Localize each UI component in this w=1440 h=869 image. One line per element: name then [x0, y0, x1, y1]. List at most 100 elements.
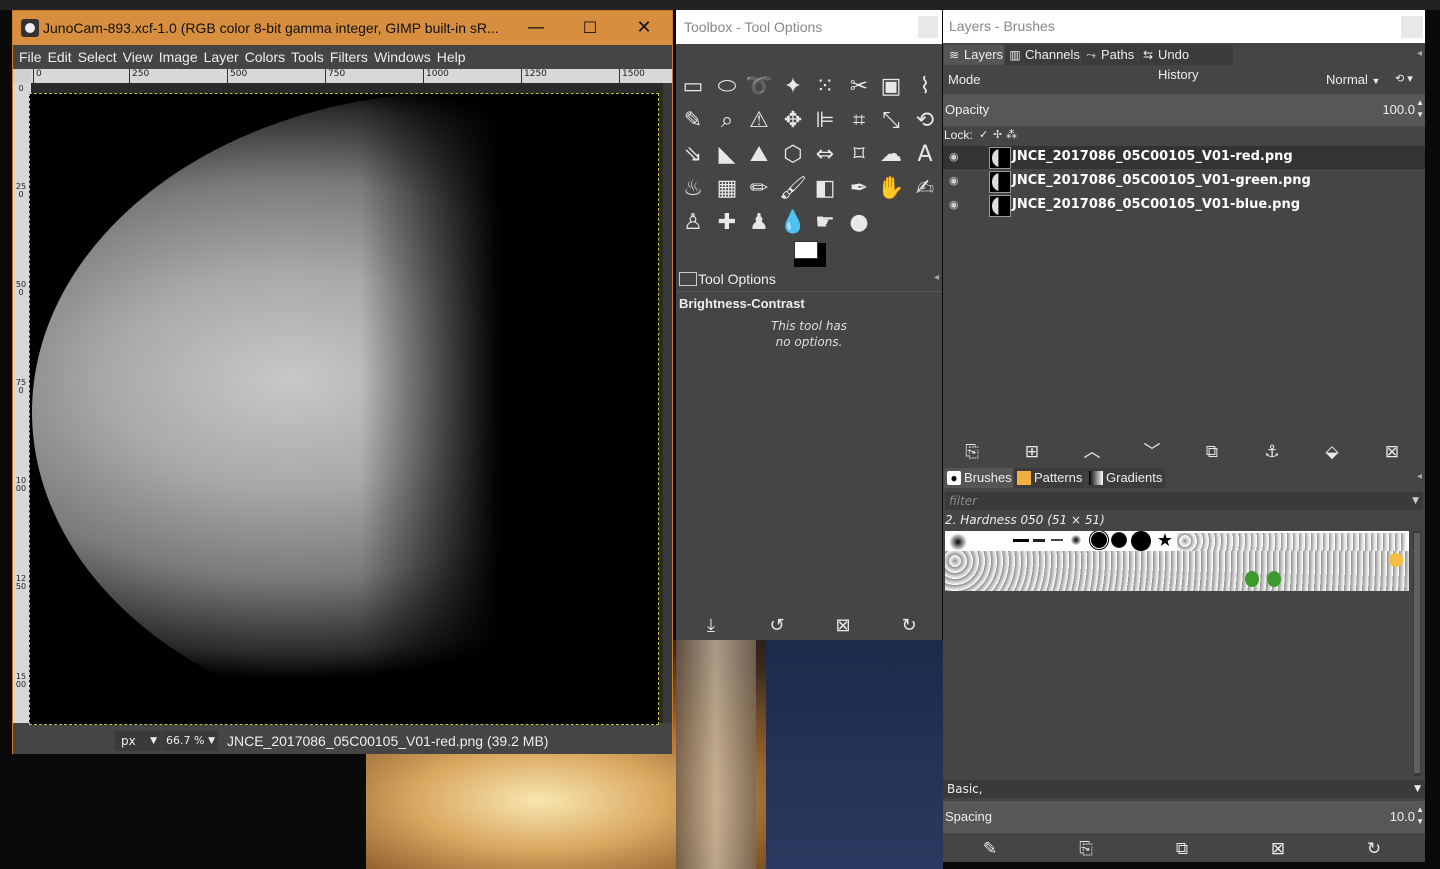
- fuzzy-select-icon[interactable]: ✦: [778, 72, 808, 102]
- minimize-button[interactable]: —: [509, 11, 563, 45]
- image-window-titlebar[interactable]: JunoCam-893.xcf-1.0 (RGB color 8-bit gam…: [13, 11, 672, 45]
- eye-icon[interactable]: ◉: [949, 198, 959, 211]
- menu-select[interactable]: Select: [75, 45, 120, 69]
- clone-icon[interactable]: ♙: [678, 208, 708, 238]
- duplicate-brush-icon[interactable]: ⧉: [1167, 837, 1197, 861]
- tab-menu-icon[interactable]: ◂: [1417, 471, 1422, 482]
- delete-options-icon[interactable]: ⊠: [828, 613, 858, 639]
- bucket-fill-icon[interactable]: ♨: [678, 174, 708, 204]
- close-button[interactable]: [1401, 16, 1423, 38]
- dodge-burn-icon[interactable]: ●: [844, 208, 874, 238]
- warp-transform-icon[interactable]: ☁: [876, 140, 906, 170]
- tab-channels[interactable]: ▥ Channels: [1005, 45, 1080, 65]
- mode-select[interactable]: Normal ▼: [1326, 72, 1380, 87]
- mypaint-brush-icon[interactable]: ✍: [910, 174, 940, 204]
- pencil-icon[interactable]: ✏: [744, 174, 774, 204]
- perspective-clone-icon[interactable]: ♟: [744, 208, 774, 238]
- ink-icon[interactable]: ✋: [876, 174, 906, 204]
- image-canvas[interactable]: [29, 93, 659, 725]
- airbrush-icon[interactable]: ✒: [844, 174, 874, 204]
- eye-icon[interactable]: ◉: [949, 174, 959, 187]
- flip-icon[interactable]: ⇔: [810, 140, 840, 170]
- brush-tag-select[interactable]: Basic, ▼: [943, 780, 1425, 798]
- raise-layer-icon[interactable]: ︿: [1077, 440, 1107, 464]
- horizontal-ruler[interactable]: 0 250 500 750 1000 1250 1500: [31, 69, 672, 83]
- ruler-corner[interactable]: [13, 69, 31, 83]
- layer-row[interactable]: ◉ JNCE_2017086_05C00105_V01-green.png: [943, 170, 1425, 193]
- menu-layer[interactable]: Layer: [201, 45, 242, 69]
- foreground-select-icon[interactable]: ▣: [876, 72, 906, 102]
- 3d-transform-icon[interactable]: ⬡: [778, 140, 808, 170]
- rotate-icon[interactable]: ⟲: [910, 106, 940, 136]
- layers-titlebar[interactable]: Layers - Brushes: [943, 10, 1425, 43]
- align-icon[interactable]: ⊫: [810, 106, 840, 136]
- opacity-slider[interactable]: Opacity 100.0 ▲ ▼: [943, 94, 1425, 126]
- tab-brushes[interactable]: ● Brushes: [944, 468, 1013, 488]
- menu-help[interactable]: Help: [434, 45, 469, 69]
- rect-select-icon[interactable]: ▭: [678, 72, 708, 102]
- scissors-icon[interactable]: ✂: [844, 72, 874, 102]
- tab-patterns[interactable]: Patterns: [1014, 468, 1085, 488]
- heal-icon[interactable]: ✚: [712, 208, 742, 238]
- spacing-slider[interactable]: Spacing 10.0 ▲ ▼: [943, 801, 1425, 833]
- eye-icon[interactable]: ◉: [949, 150, 959, 163]
- duplicate-layer-icon[interactable]: ⧉: [1197, 440, 1227, 464]
- tab-tool-options[interactable]: Tool Options ◂: [676, 268, 942, 290]
- paths-icon[interactable]: ⌇: [910, 72, 940, 102]
- vertical-scrollbar[interactable]: [663, 83, 672, 723]
- cage-transform-icon[interactable]: ⌑: [844, 140, 874, 170]
- crop-icon[interactable]: ⌗: [844, 106, 874, 136]
- maximize-button[interactable]: ☐: [563, 11, 617, 45]
- perspective-icon[interactable]: ⛰: [744, 140, 774, 170]
- tab-undo-history[interactable]: ⇆ Undo History: [1138, 45, 1233, 82]
- layer-row[interactable]: ◉ JNCE_2017086_05C00105_V01-blue.png: [943, 194, 1425, 217]
- reset-options-icon[interactable]: ↻: [894, 613, 924, 639]
- lock-pixels-icon[interactable]: ✓: [979, 128, 988, 141]
- save-options-icon[interactable]: ⤓: [696, 613, 726, 639]
- new-layer-icon[interactable]: ⎘: [957, 440, 987, 464]
- ellipse-select-icon[interactable]: ⬭: [712, 72, 742, 102]
- anchor-layer-icon[interactable]: ⚓: [1257, 440, 1287, 464]
- brush-grid[interactable]: ★: [945, 531, 1409, 591]
- mode-switch-icon[interactable]: ⟲ ▾: [1395, 72, 1413, 85]
- measure-icon[interactable]: ⚠: [744, 106, 774, 136]
- delete-brush-icon[interactable]: ⊠: [1263, 837, 1293, 861]
- paintbrush-icon[interactable]: 🖌: [778, 174, 808, 204]
- smudge-icon[interactable]: ☛: [810, 208, 840, 238]
- new-layer-group-icon[interactable]: ⊞: [1017, 440, 1047, 464]
- move-icon[interactable]: ✥: [778, 106, 808, 136]
- menu-filters[interactable]: Filters: [327, 45, 371, 69]
- brush-scrollbar[interactable]: [1413, 531, 1421, 776]
- close-button[interactable]: ✕: [617, 11, 671, 45]
- lasso-icon[interactable]: ➰: [744, 72, 774, 102]
- zoom-icon[interactable]: ⌕: [712, 106, 742, 136]
- lock-alpha-icon[interactable]: ⁂: [1006, 128, 1017, 141]
- unit-select[interactable]: px ▼: [115, 731, 161, 751]
- layer-row[interactable]: ◉ JNCE_2017086_05C00105_V01-red.png: [943, 146, 1425, 169]
- refresh-brushes-icon[interactable]: ↻: [1359, 837, 1389, 861]
- lock-position-icon[interactable]: ✢: [993, 128, 1002, 141]
- lower-layer-icon[interactable]: ﹀: [1137, 440, 1167, 464]
- tab-menu-icon[interactable]: ◂: [934, 272, 939, 283]
- menu-windows[interactable]: Windows: [371, 45, 434, 69]
- tab-layers[interactable]: ≋ Layers: [944, 45, 1004, 65]
- zoom-select[interactable]: 66.7 % ▼: [162, 731, 218, 751]
- edit-brush-icon[interactable]: ✎: [975, 837, 1005, 861]
- color-picker-icon[interactable]: ✎: [678, 106, 708, 136]
- unified-transform-icon[interactable]: ⤡: [876, 106, 906, 136]
- menu-tools[interactable]: Tools: [288, 45, 327, 69]
- spin-arrows-icon[interactable]: ▲ ▼: [1416, 97, 1424, 121]
- blur-icon[interactable]: 💧: [778, 208, 808, 238]
- brush-filter-input[interactable]: filter ▼: [945, 492, 1423, 510]
- menu-colors[interactable]: Colors: [242, 45, 288, 69]
- close-button[interactable]: [918, 16, 938, 38]
- select-by-color-icon[interactable]: ⁙: [810, 72, 840, 102]
- menu-file[interactable]: File: [16, 45, 45, 69]
- tab-menu-icon[interactable]: ◂: [1417, 48, 1422, 59]
- eraser-icon[interactable]: ◧: [810, 174, 840, 204]
- menu-edit[interactable]: Edit: [45, 45, 75, 69]
- tab-gradients[interactable]: Gradients: [1086, 468, 1165, 488]
- toolbox-titlebar[interactable]: Toolbox - Tool Options: [676, 10, 942, 44]
- new-brush-icon[interactable]: ⎘: [1071, 837, 1101, 861]
- scale-icon[interactable]: ⇘: [678, 140, 708, 170]
